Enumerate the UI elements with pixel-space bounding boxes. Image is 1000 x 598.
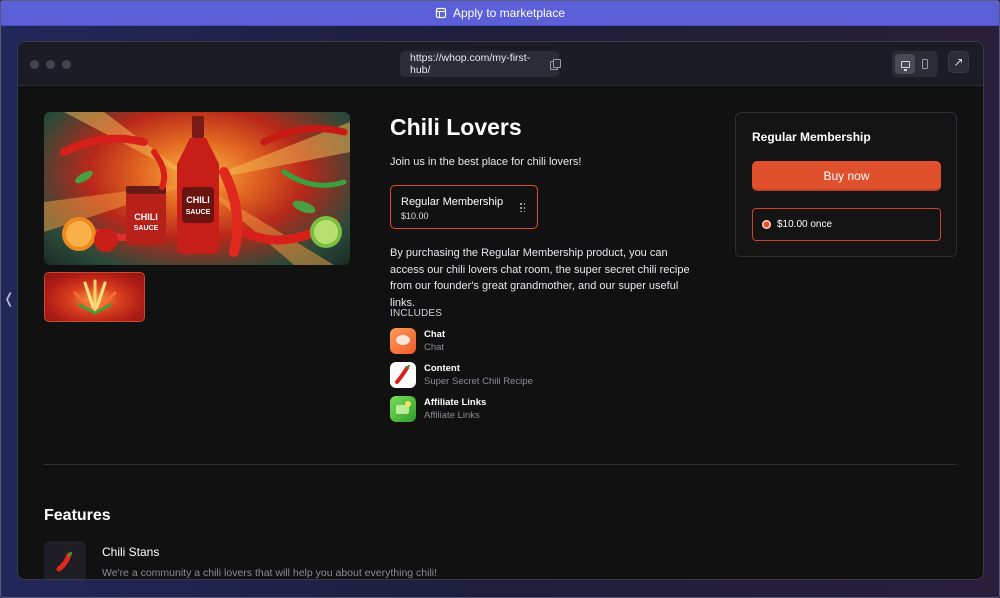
mobile-icon bbox=[922, 59, 928, 69]
product-title: Chili Lovers bbox=[390, 114, 522, 140]
sidebar-collapse-handle[interactable]: ❬ bbox=[3, 290, 15, 307]
include-name: Chat bbox=[424, 329, 446, 340]
price-option-label: $10.00 once bbox=[777, 219, 833, 230]
includes-heading: INCLUDES bbox=[390, 308, 443, 319]
product-page: CHILI SAUCE CHILI SAUCE Chili Lovers Joi… bbox=[18, 86, 983, 579]
apply-marketplace-banner[interactable]: Apply to marketplace bbox=[1, 1, 999, 26]
plan-name: Regular Membership bbox=[401, 196, 504, 208]
include-item-content: Content Super Secret Chili Recipe bbox=[390, 362, 533, 388]
apply-marketplace-label: Apply to marketplace bbox=[452, 6, 566, 20]
affiliate-app-icon bbox=[390, 396, 416, 422]
store-icon bbox=[435, 7, 447, 19]
product-tagline: Join us in the best place for chili love… bbox=[390, 156, 582, 168]
desktop-icon bbox=[900, 60, 910, 71]
mobile-view-button[interactable] bbox=[915, 54, 935, 74]
plan-card[interactable]: Regular Membership $10.00 bbox=[390, 185, 538, 229]
window-dots bbox=[30, 60, 71, 69]
chat-app-icon bbox=[390, 328, 416, 354]
chili-pepper-icon bbox=[44, 541, 86, 579]
include-name: Content bbox=[424, 363, 460, 374]
include-subtitle: Affiliate Links bbox=[424, 410, 480, 421]
buy-now-button[interactable]: Buy now bbox=[752, 161, 941, 191]
hot-sauce-illustration: CHILI SAUCE CHILI SAUCE bbox=[44, 112, 350, 265]
window-dot bbox=[62, 60, 71, 69]
open-external-button[interactable]: ↗ bbox=[948, 51, 969, 73]
plan-price: $10.00 bbox=[401, 211, 429, 221]
browser-preview: https://whop.com/my-first-hub/ ↗ CHILI S… bbox=[17, 41, 984, 580]
arrow-up-right-icon: ↗ bbox=[953, 55, 964, 69]
desktop-view-button[interactable] bbox=[895, 54, 915, 74]
chili-bouquet-thumbnail bbox=[73, 279, 117, 315]
checkout-title: Regular Membership bbox=[752, 130, 871, 144]
svg-text:SAUCE: SAUCE bbox=[186, 209, 211, 216]
window-dot bbox=[30, 60, 39, 69]
include-item-chat: Chat Chat bbox=[390, 328, 445, 354]
chili-pepper-icon bbox=[390, 362, 416, 388]
product-thumbnail[interactable] bbox=[44, 272, 145, 322]
url-bar[interactable]: https://whop.com/my-first-hub/ bbox=[400, 51, 560, 77]
window-dot bbox=[46, 60, 55, 69]
product-description: By purchasing the Regular Membership pro… bbox=[390, 247, 690, 309]
device-view-toggle bbox=[892, 51, 938, 77]
feature-description: We're a community a chili lovers that wi… bbox=[102, 567, 438, 579]
drag-handle-icon[interactable] bbox=[519, 202, 525, 212]
browser-toolbar: https://whop.com/my-first-hub/ ↗ bbox=[18, 42, 983, 86]
price-option[interactable]: $10.00 once bbox=[752, 208, 941, 241]
svg-text:SAUCE: SAUCE bbox=[134, 225, 159, 232]
copy-icon[interactable] bbox=[549, 59, 560, 70]
product-hero-image[interactable]: CHILI SAUCE CHILI SAUCE bbox=[44, 112, 350, 265]
radio-selected-icon[interactable] bbox=[762, 220, 771, 229]
url-text: https://whop.com/my-first-hub/ bbox=[410, 52, 531, 76]
features-heading: Features bbox=[44, 507, 111, 524]
include-item-affiliate-links: Affiliate Links Affiliate Links bbox=[390, 396, 486, 422]
include-subtitle: Chat bbox=[424, 342, 445, 353]
include-subtitle: Super Secret Chili Recipe bbox=[424, 376, 533, 387]
feature-name: Chili Stans bbox=[102, 545, 160, 559]
section-divider bbox=[44, 464, 957, 465]
svg-text:CHILI: CHILI bbox=[186, 195, 210, 205]
include-name: Affiliate Links bbox=[424, 397, 487, 408]
checkout-card: Regular Membership Buy now $10.00 once bbox=[735, 112, 957, 257]
svg-text:CHILI: CHILI bbox=[134, 212, 158, 222]
